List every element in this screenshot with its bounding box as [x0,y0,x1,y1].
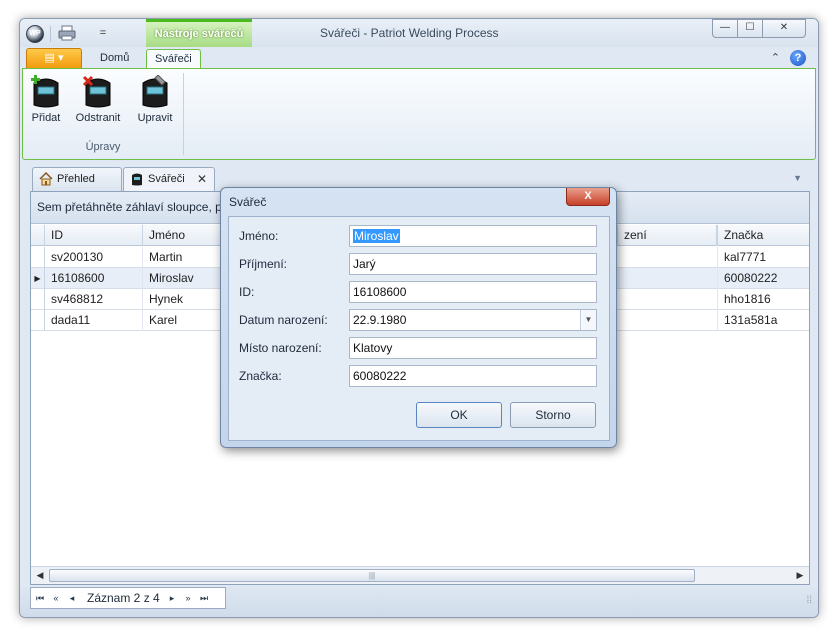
welding-helmet-icon [132,173,142,186]
birth-date-value: 22.9.1980 [353,313,407,327]
cell-name[interactable]: Hynek [143,289,223,310]
edit-label: Upravit [137,112,173,124]
current-row-indicator: ▶ [31,268,45,289]
close-tab-icon[interactable]: ✕ [197,168,207,190]
welding-helmet-remove-icon [82,75,111,108]
edit-welder-button[interactable]: Upravit [133,75,177,131]
qat-separator [50,26,51,42]
birth-place-label: Místo narození: [239,341,322,355]
horizontal-scrollbar[interactable]: ◀ ||| ▶ [31,566,809,584]
first-record-icon[interactable]: ⏮ [33,591,47,605]
header-indicator-cell [31,225,45,246]
cell-name[interactable]: Martin [143,247,223,268]
doc-tab-welders[interactable]: Svářeči ✕ [123,167,215,191]
ribbon-group-label: Úpravy [85,141,121,153]
cell-name[interactable]: Miroslav [143,268,223,289]
print-icon[interactable] [58,25,76,41]
maximize-button[interactable]: ☐ [737,19,763,38]
last-name-field[interactable]: Jarý [349,253,597,275]
column-header-mark[interactable]: Značka [717,225,809,246]
column-header-name[interactable]: Jméno [143,225,223,246]
resize-grip-icon[interactable]: ⁞⁞ [806,595,812,606]
tab-welders[interactable]: Svářeči [146,49,201,69]
scroll-left-arrow-icon[interactable]: ◀ [33,569,47,582]
context-tab-welder-tools: Nástroje svářečů [146,19,252,47]
close-button[interactable]: ✕ [762,19,806,38]
ribbon-minimize-icon[interactable]: ⌃ [771,51,780,64]
scrollbar-thumb[interactable]: ||| [49,569,695,582]
application-menu-button[interactable]: ▤ ▾ [26,48,82,69]
column-header-id[interactable]: ID [45,225,143,246]
dialog-form: Jméno: Miroslav Příjmení: Jarý ID: 16108… [228,216,610,441]
cell-name[interactable]: Karel [143,310,223,331]
tab-home[interactable]: Domů [92,49,137,69]
chevron-down-icon[interactable]: ▼ [580,310,596,330]
app-logo-icon[interactable]: WP [26,25,44,43]
next-record-icon[interactable]: ▸ [165,591,179,605]
cancel-button[interactable]: Storno [510,402,596,428]
title-bar: WP = Nástroje svářečů Svářeči - Patriot … [20,19,818,47]
cell-id[interactable]: dada11 [45,310,143,331]
add-welder-button[interactable]: Přidat [27,75,65,131]
remove-welder-button[interactable]: Odstranit [69,75,127,131]
tab-list-dropdown-icon[interactable]: ▼ [793,173,802,183]
welding-helmet-add-icon [31,75,59,108]
dialog-close-button[interactable]: X [566,188,610,206]
welding-helmet-edit-icon [142,75,168,108]
scroll-right-arrow-icon[interactable]: ▶ [793,569,807,582]
doc-tab-overview-label: Přehled [57,173,95,185]
column-header-birth-date[interactable]: zení [617,225,717,246]
id-label: ID: [239,285,255,299]
window-controls: — ☐ ✕ [712,19,812,39]
welder-dialog: Svářeč X Jméno: Miroslav Příjmení: Jarý … [220,187,617,448]
minimize-button[interactable]: — [712,19,738,38]
cell-id[interactable]: sv468812 [45,289,143,310]
next-page-icon[interactable]: » [181,591,195,605]
prev-record-icon[interactable]: ◂ [65,591,79,605]
home-icon [39,172,53,186]
ribbon-tab-strip: ▤ ▾ Domů Svářeči ⌃ ? [20,47,818,69]
dialog-title: Svářeč [229,195,267,209]
id-field[interactable]: 16108600 [349,281,597,303]
birth-place-field[interactable]: Klatovy [349,337,597,359]
doc-tab-welders-label: Svářeči [148,173,185,185]
last-name-label: Příjmení: [239,257,288,271]
cell-mark[interactable]: hho1816 [717,289,809,310]
cell-mark[interactable]: kal7771 [717,247,809,268]
record-navigator: ⏮ « ◂ Záznam 2 z 4 ▸ » ⏭ [30,587,226,609]
prev-page-icon[interactable]: « [49,591,63,605]
qat-customize-icon[interactable]: = [96,26,110,40]
add-label: Přidat [31,112,61,124]
last-record-icon[interactable]: ⏭ [197,591,211,605]
first-name-field[interactable]: Miroslav [349,225,597,247]
first-name-label: Jméno: [239,229,279,243]
remove-label: Odstranit [75,112,121,124]
first-name-value: Miroslav [353,229,400,243]
cell-id[interactable]: sv200130 [45,247,143,268]
status-bar: ⏮ « ◂ Záznam 2 z 4 ▸ » ⏭ ⁞⁞ [20,587,818,617]
window-title: Svářeči - Patriot Welding Process [320,26,499,40]
doc-tab-overview[interactable]: Přehled [32,167,122,191]
mark-field[interactable]: 60080222 [349,365,597,387]
mark-label: Značka: [239,369,282,383]
help-icon[interactable]: ? [790,50,806,66]
ribbon-group-separator [183,73,184,155]
birth-date-picker[interactable]: 22.9.1980 ▼ [349,309,597,331]
ribbon-panel: Přidat Odstranit Upravit Úpravy [22,68,816,160]
row-indicator [31,247,45,268]
cell-mark[interactable]: 60080222 [717,268,809,289]
record-position: Záznam 2 z 4 [87,591,160,605]
ok-button[interactable]: OK [416,402,502,428]
row-indicator [31,310,45,331]
row-indicator [31,289,45,310]
cell-mark[interactable]: 131a581a [717,310,809,331]
cell-id[interactable]: 16108600 [45,268,143,289]
birth-date-label: Datum narození: [239,313,328,327]
